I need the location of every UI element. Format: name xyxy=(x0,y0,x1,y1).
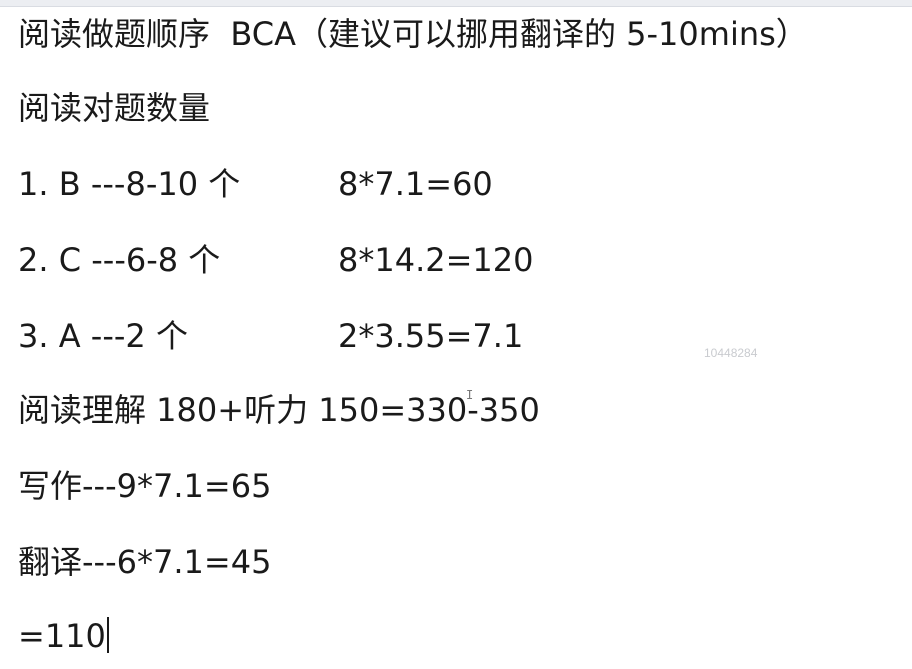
list-item-calc: 8*14.2=120 xyxy=(338,241,534,279)
reading-listening-total-line: 阅读理解 180+听力 150=330-350 xyxy=(18,391,540,429)
total-value: =110 xyxy=(18,617,106,655)
writing-score-line: 写作---9*7.1=65 xyxy=(18,467,272,505)
text-cursor xyxy=(106,617,109,653)
list-item-label: 2. C ---6-8 个 xyxy=(18,241,221,279)
translation-score-line: 翻译---6*7.1=45 xyxy=(18,543,272,581)
watermark: 10448284 xyxy=(704,346,758,360)
reading-correct-count-heading: 阅读对题数量 xyxy=(18,89,211,127)
list-item-calc: 2*3.55=7.1 xyxy=(338,317,524,355)
total-line: =110 xyxy=(18,616,109,656)
window-top-edge xyxy=(0,0,912,7)
list-item-calc: 8*7.1=60 xyxy=(338,165,493,203)
i-beam-cursor-icon: I xyxy=(466,388,474,402)
reading-order-line: 阅读做题顺序 BCA（建议可以挪用翻译的 5-10mins） xyxy=(18,15,808,53)
list-item-label: 3. A ---2 个 xyxy=(18,317,188,355)
list-item-label: 1. B ---8-10 个 xyxy=(18,165,241,203)
